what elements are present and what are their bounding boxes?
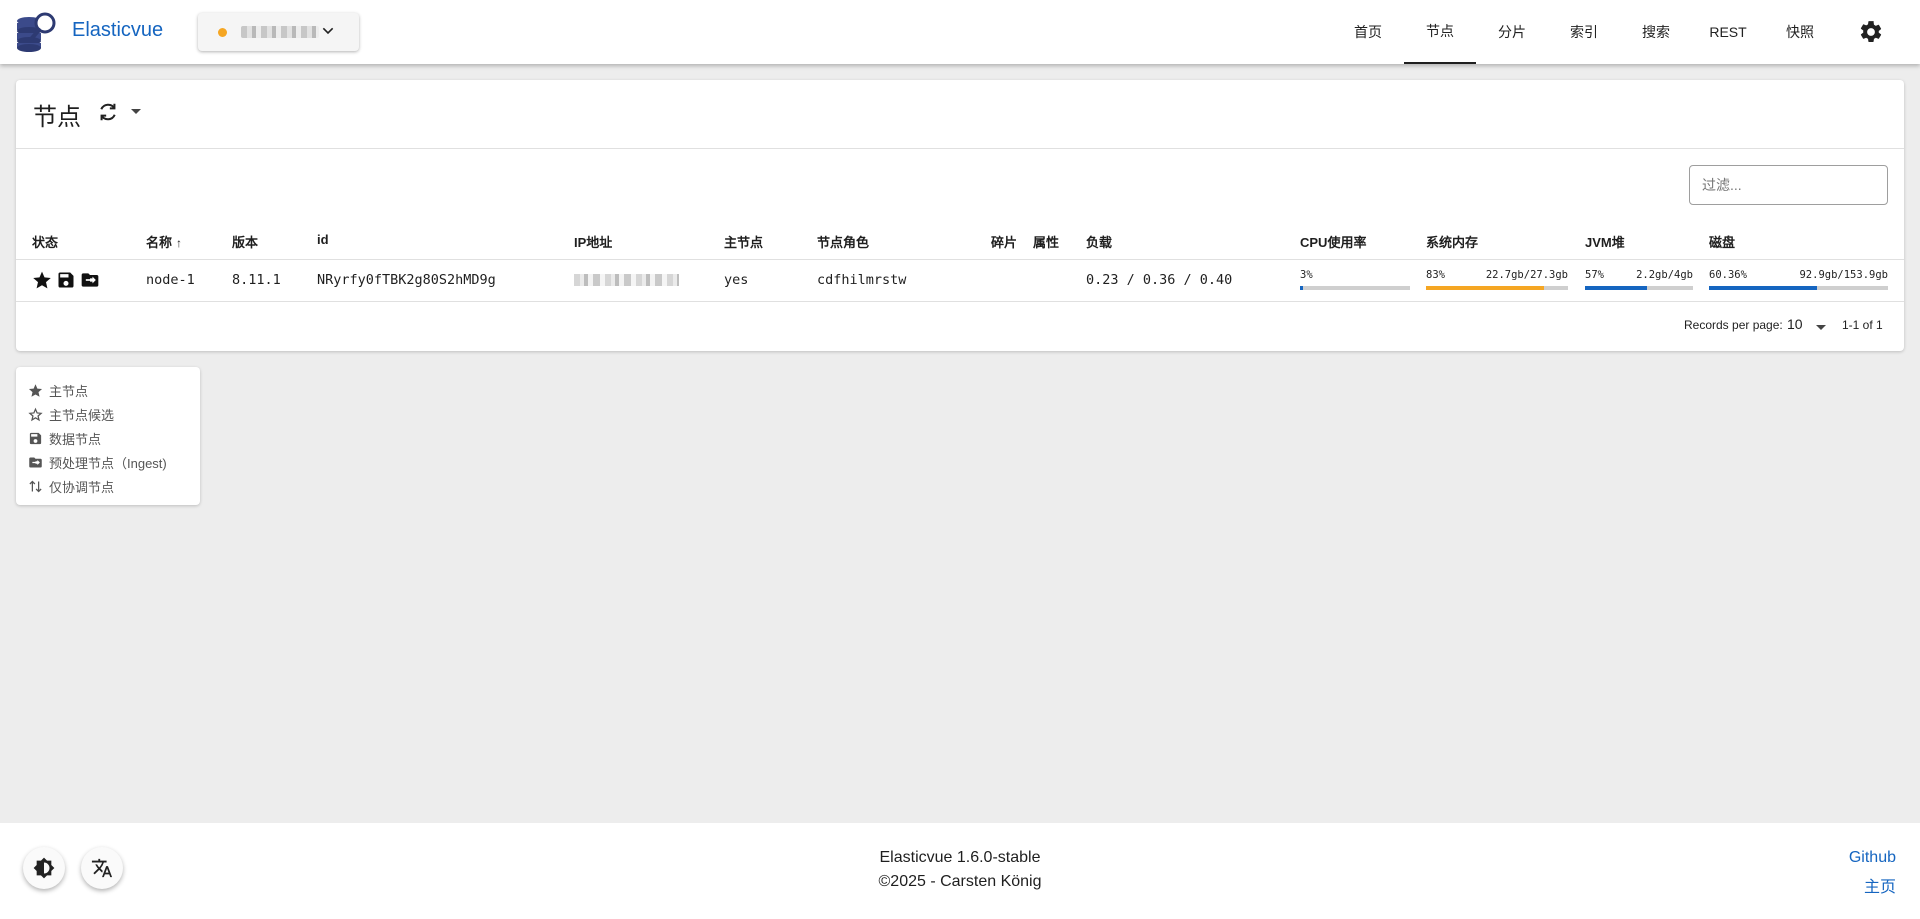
divider: [16, 259, 1904, 260]
col-header-load[interactable]: 负载: [1086, 232, 1112, 251]
heap-usage: 2.2gb/4gb: [1636, 269, 1693, 281]
disk-percent: 60.36%: [1709, 269, 1747, 281]
chevron-down-icon: [322, 27, 334, 35]
cluster-status-dot: [218, 27, 227, 37]
legend-item-ingest: 预处理节点（Ingest): [28, 450, 200, 474]
nav-search[interactable]: 搜索: [1628, 0, 1684, 64]
legend-label: 仅协调节点: [49, 479, 115, 495]
col-header-name-label: 名称: [146, 235, 173, 250]
folder-arrow-icon: [29, 457, 42, 467]
cpu-bar-fill: [1300, 286, 1304, 290]
ram-usage: 22.7gb/27.3gb: [1485, 269, 1568, 281]
settings-gear-icon[interactable]: [1858, 19, 1884, 45]
footer-version: Elasticvue 1.6.0-stable: [879, 849, 1041, 866]
nodes-card: 节点 状态 名称↑ 版本 id IP地址 主节点 节点角色 碎片 属性 负载 C…: [16, 80, 1904, 351]
homepage-link[interactable]: 主页: [1864, 873, 1896, 897]
legend-item-coordinating: 仅协调节点: [28, 474, 200, 498]
star-outline-icon: [28, 407, 43, 421]
nav-shards[interactable]: 分片: [1484, 0, 1540, 64]
ram-percent: 83%: [1426, 269, 1445, 281]
cpu-usage-meter: 3%: [1300, 269, 1410, 290]
col-header-master[interactable]: 主节点: [724, 232, 763, 251]
cell-roles: cdfhilmrstw: [817, 272, 907, 288]
refresh-interval-caret-icon[interactable]: [131, 109, 141, 114]
legend-label: 主节点: [49, 383, 89, 399]
disk-usage: 92.9gb/153.9gb: [1799, 269, 1888, 281]
footer: Elasticvue 1.6.0-stable ©2025 - Carsten …: [0, 823, 1920, 919]
col-header-attributes[interactable]: 属性: [1033, 232, 1059, 251]
cluster-name-redacted: [241, 26, 319, 38]
app-title[interactable]: Elasticvue: [72, 19, 163, 42]
col-header-status[interactable]: 状态: [32, 232, 58, 251]
swap-arrows-icon: [29, 480, 42, 492]
heap-percent: 57%: [1585, 269, 1604, 281]
heap-bar-fill: [1585, 286, 1647, 290]
page-title: 节点: [33, 103, 81, 131]
footer-copyright: ©2025 - Carsten König: [878, 873, 1042, 890]
cluster-selector[interactable]: [198, 13, 359, 51]
col-header-id[interactable]: id: [317, 232, 329, 247]
node-status-icons: [32, 270, 100, 290]
nav-nodes[interactable]: 节点: [1404, 0, 1476, 64]
sort-arrow-up-icon: ↑: [176, 236, 183, 250]
cell-name: node-1: [146, 272, 195, 288]
disk-usage-meter: 60.36% 92.9gb/153.9gb: [1709, 269, 1888, 290]
star-filled-icon: [28, 383, 43, 397]
legend-label: 预处理节点（Ingest): [49, 455, 167, 471]
nav-rest[interactable]: REST: [1700, 0, 1756, 64]
cpu-percent: 3%: [1300, 269, 1313, 281]
top-app-bar: Elasticvue 首页 节点 分片 索引 搜索 REST 快照: [0, 0, 1920, 64]
nav-snapshots[interactable]: 快照: [1772, 0, 1828, 64]
col-header-cpu[interactable]: CPU使用率: [1300, 232, 1366, 251]
master-star-icon: [33, 271, 51, 289]
data-node-icon: [58, 272, 74, 288]
elasticvue-logo-icon[interactable]: [14, 10, 58, 54]
col-header-roles[interactable]: 节点角色: [817, 232, 869, 251]
github-link[interactable]: Github: [1849, 849, 1896, 867]
cell-ip-redacted: [574, 274, 679, 286]
legend-label: 主节点候选: [49, 407, 115, 423]
nav-home[interactable]: 首页: [1340, 0, 1396, 64]
node-roles-legend: 主节点 主节点候选 数据节点 预处理节点（Ingest) 仅协调节点: [16, 367, 200, 505]
legend-item-master: 主节点: [28, 378, 200, 402]
filter-input[interactable]: [1689, 165, 1888, 205]
cell-version: 8.11.1: [232, 272, 281, 288]
records-per-page-label: Records per page:: [1684, 318, 1783, 332]
col-header-shards[interactable]: 碎片: [991, 232, 1017, 251]
ram-usage-meter: 83% 22.7gb/27.3gb: [1426, 269, 1568, 290]
save-icon: [29, 432, 42, 444]
disk-bar-fill: [1709, 286, 1818, 290]
col-header-disk[interactable]: 磁盘: [1709, 232, 1735, 251]
heap-usage-meter: 57% 2.2gb/4gb: [1585, 269, 1693, 290]
col-header-ram[interactable]: 系统内存: [1426, 232, 1478, 251]
cell-load: 0.23 / 0.36 / 0.40: [1086, 272, 1233, 288]
cell-id: NRyrfy0fTBK2g80S2hMD9g: [317, 272, 496, 288]
cell-master: yes: [724, 272, 749, 288]
legend-item-master-eligible: 主节点候选: [28, 402, 200, 426]
pagination-range: 1-1 of 1: [1842, 318, 1883, 332]
col-header-version[interactable]: 版本: [232, 232, 258, 251]
col-header-heap[interactable]: JVM堆: [1585, 232, 1625, 251]
nav-indices[interactable]: 索引: [1556, 0, 1612, 64]
ingest-node-icon: [81, 273, 99, 287]
ram-bar-fill: [1426, 286, 1544, 290]
col-header-ip[interactable]: IP地址: [574, 232, 612, 251]
refresh-icon[interactable]: [97, 101, 119, 123]
divider: [16, 148, 1904, 149]
records-per-page-select[interactable]: 10: [1787, 316, 1803, 332]
records-per-page-caret-icon[interactable]: [1816, 325, 1826, 330]
col-header-name[interactable]: 名称 ↑: [146, 232, 182, 251]
legend-item-data: 数据节点: [28, 426, 200, 450]
legend-label: 数据节点: [49, 431, 102, 447]
divider: [16, 301, 1904, 302]
